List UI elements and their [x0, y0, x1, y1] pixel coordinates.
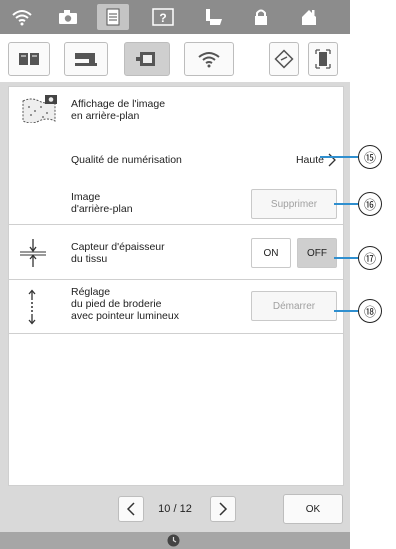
thickness-sensor-label-line1: Capteur d'épaisseur	[71, 241, 165, 253]
tab-sewing-machine[interactable]	[64, 42, 108, 76]
top-icon-bar: ?	[0, 0, 350, 34]
foot-adjust-icon	[25, 289, 39, 325]
camera-icon[interactable]	[52, 4, 84, 30]
scan-quality-label: Qualité de numérisation	[71, 154, 182, 166]
bottom-bar: 10 / 12 OK	[0, 488, 350, 549]
next-page-button[interactable]	[210, 496, 236, 522]
tab-screen[interactable]	[308, 42, 338, 76]
callout-line-15	[320, 156, 358, 158]
callout-line-16	[334, 203, 358, 205]
callout-line-17	[334, 257, 358, 259]
foot-adjust-label-line1: Réglage	[71, 286, 111, 298]
tab-embroidery[interactable]	[124, 42, 170, 76]
background-image-section: Affichage de l'image en arrière-plan Qua…	[9, 87, 343, 225]
tab-reset[interactable]	[269, 42, 299, 76]
background-title-line1: Affichage de l'image	[71, 98, 166, 110]
status-footer	[0, 532, 350, 549]
foot-adjust-label: Réglage du pied de broderie avec pointeu…	[71, 286, 179, 322]
background-title-line2: en arrière-plan	[71, 110, 140, 122]
thickness-sensor-section: Capteur d'épaisseur du tissu ON OFF	[9, 226, 343, 280]
lock-icon[interactable]	[245, 4, 277, 30]
background-title: Affichage de l'image en arrière-plan	[71, 98, 165, 122]
thickness-off-button[interactable]: OFF	[297, 238, 337, 268]
background-image-label: Image d'arrière-plan	[71, 191, 133, 215]
delete-button[interactable]: Supprimer	[251, 189, 337, 219]
callout-18: ⑱	[358, 299, 382, 323]
start-button[interactable]: Démarrer	[251, 291, 337, 321]
wifi-icon[interactable]	[6, 4, 38, 30]
svg-text:?: ?	[159, 11, 166, 25]
book-icon	[19, 53, 39, 65]
chevron-left-icon	[126, 502, 135, 516]
thickness-sensor-icon	[19, 238, 47, 268]
home-icon[interactable]	[293, 4, 325, 30]
prev-page-button[interactable]	[118, 496, 144, 522]
embroidery-frame-icon	[136, 52, 155, 66]
section-divider	[9, 333, 343, 334]
thickness-sensor-label: Capteur d'épaisseur du tissu	[71, 241, 165, 265]
foot-adjustment-section: Réglage du pied de broderie avec pointeu…	[9, 281, 343, 333]
tab-row	[0, 34, 350, 82]
foot-adjust-label-line2: du pied de broderie	[71, 298, 162, 310]
document-icon[interactable]	[97, 4, 129, 30]
settings-screen: ? Affichage de l'image en arrière-plan Q…	[0, 0, 350, 549]
screen-frame-icon	[315, 49, 331, 69]
callout-17: ⑰	[358, 246, 382, 270]
clock-icon	[167, 534, 180, 547]
background-image-label-line2: d'arrière-plan	[71, 203, 133, 215]
tab-book[interactable]	[8, 42, 50, 76]
reset-diamond-icon	[274, 49, 294, 69]
callout-16: ⑯	[358, 192, 382, 216]
wifi-icon	[198, 52, 220, 68]
callout-line-18	[334, 310, 358, 312]
scan-quality-selector[interactable]: Haute	[279, 151, 337, 169]
chevron-right-icon	[219, 502, 228, 516]
help-icon[interactable]: ?	[147, 4, 179, 30]
needle-settings-icon[interactable]	[198, 4, 230, 30]
background-image-label-line1: Image	[71, 191, 101, 203]
background-image-icon	[21, 93, 59, 124]
page-indicator: 10 / 12	[158, 503, 192, 515]
thickness-sensor-label-line2: du tissu	[71, 253, 108, 265]
ok-button[interactable]: OK	[283, 494, 343, 524]
sewing-machine-icon	[75, 53, 97, 66]
settings-panel: Affichage de l'image en arrière-plan Qua…	[8, 86, 344, 486]
callout-15: ⑮	[358, 145, 382, 169]
tab-wireless[interactable]	[184, 42, 234, 76]
thickness-on-button[interactable]: ON	[251, 238, 291, 268]
foot-adjust-label-line3: avec pointeur lumineux	[71, 310, 179, 322]
